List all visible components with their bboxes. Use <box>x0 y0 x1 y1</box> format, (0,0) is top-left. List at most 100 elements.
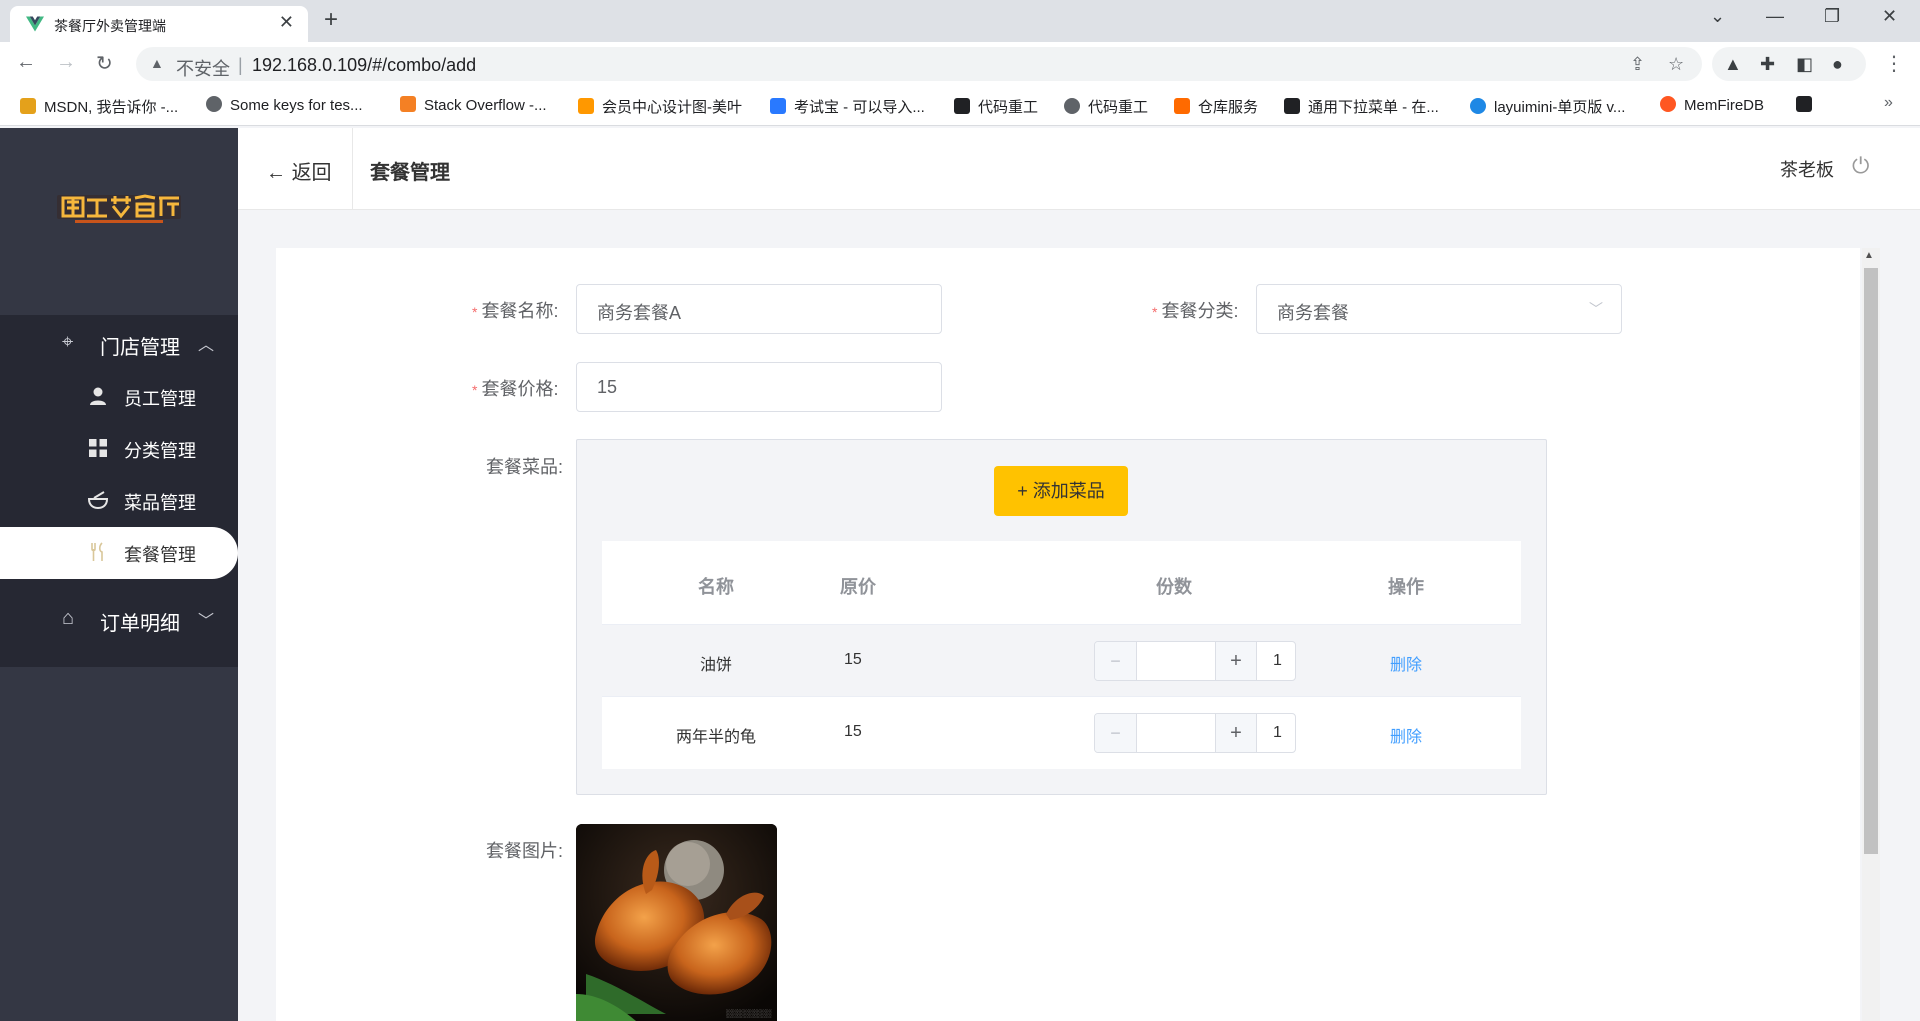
user-icon <box>90 387 106 405</box>
shopping-bag-icon: ⌂ <box>62 607 75 629</box>
scroll-up-icon[interactable]: ▲ <box>1864 250 1874 261</box>
bookmark-item[interactable]: 代码重工 <box>1064 96 1148 117</box>
reload-icon[interactable]: ↻ <box>96 51 113 76</box>
required-mark: * <box>1152 304 1158 320</box>
side-panel-icon[interactable]: ◧ <box>1796 54 1813 75</box>
price-input[interactable]: 15 <box>576 362 942 412</box>
quantity-value[interactable]: 1 <box>1273 724 1282 742</box>
bookmarks-bar: MSDN, 我告诉你 -... Some keys for tes... Sta… <box>0 86 1920 126</box>
bookmark-item[interactable] <box>1796 96 1820 114</box>
category-select[interactable]: 商务套餐 ﹀ <box>1256 284 1622 334</box>
required-mark: * <box>472 304 478 320</box>
sidebar-item-label: 员工管理 <box>124 389 196 409</box>
vue-logo-icon <box>26 16 44 32</box>
increment-button[interactable]: + <box>1215 642 1257 680</box>
category-value: 商务套餐 <box>1277 303 1349 323</box>
bookmark-item[interactable]: 代码重工 <box>954 96 1038 117</box>
extensions-group: ▲ ✚ ◧ ● <box>1712 47 1866 81</box>
sidebar-item-categories[interactable]: 分类管理 <box>0 423 238 475</box>
bookmark-item[interactable]: MSDN, 我告诉你 -... <box>20 96 178 117</box>
forward-arrow-icon[interactable]: → <box>56 51 76 74</box>
bookmark-item[interactable]: MemFireDB <box>1660 96 1764 114</box>
price-value: 15 <box>597 377 618 397</box>
restore-icon[interactable]: ❐ <box>1824 6 1840 27</box>
power-icon[interactable]: ⏻ <box>1852 153 1869 179</box>
sidebar: ⌖ 门店管理 ︿ 员工管理 分类管理 菜品管理 套餐管理 ⌂ 订单明细 ﹀ <box>0 128 238 1021</box>
add-dish-button[interactable]: + 添加菜品 <box>994 466 1128 516</box>
puzzle-icon[interactable]: ✚ <box>1760 54 1775 75</box>
menu-group-orders[interactable]: ⌂ 订单明细 ﹀ <box>0 591 238 647</box>
bookmark-item[interactable]: 会员中心设计图-美叶 <box>578 96 742 117</box>
quantity-value[interactable]: 1 <box>1273 652 1282 670</box>
close-window-icon[interactable]: ✕ <box>1882 6 1897 27</box>
tab-close-icon[interactable]: ✕ <box>279 12 294 33</box>
combo-name-input[interactable]: 商务套餐A <box>576 284 942 334</box>
bookmark-item[interactable]: 仓库服务 <box>1174 96 1258 117</box>
price-label: * 套餐价格: <box>472 379 559 399</box>
chevron-down-icon: ﹀ <box>1589 301 1603 317</box>
globe-icon <box>206 96 222 112</box>
table-header: 份数 <box>1156 577 1192 597</box>
sidebar-item-label: 菜品管理 <box>124 493 196 513</box>
scrollbar-thumb[interactable] <box>1864 268 1878 854</box>
quantity-stepper: − + 1 <box>1094 713 1296 753</box>
tab-title: 茶餐厅外卖管理端 <box>54 18 166 34</box>
sidebar-item-employees[interactable]: 员工管理 <box>0 371 238 423</box>
sidebar-item-label: 分类管理 <box>124 441 196 461</box>
dishes-label: 套餐菜品: <box>486 457 564 477</box>
share-icon[interactable]: ⇪ <box>1630 54 1645 75</box>
decrement-button[interactable]: − <box>1095 642 1137 680</box>
arrow-left-icon: ← <box>266 162 292 184</box>
header-divider <box>352 128 353 210</box>
bowl-icon <box>88 491 108 510</box>
category-label: * 套餐分类: <box>1152 301 1239 321</box>
sidebar-item-dishes[interactable]: 菜品管理 <box>0 475 238 527</box>
sidebar-item-combos[interactable]: 套餐管理 <box>0 527 238 579</box>
star-icon[interactable]: ☆ <box>1668 54 1684 75</box>
profile-icon[interactable]: ● <box>1832 54 1843 75</box>
decrement-button[interactable]: − <box>1095 714 1137 752</box>
roast-chicken-image <box>576 824 777 1021</box>
dish-price: 15 <box>844 651 862 668</box>
bookmark-item[interactable]: Stack Overflow -... <box>400 96 547 114</box>
back-button[interactable]: ← 返回 <box>266 156 332 185</box>
chevron-down-icon: ﹀ <box>198 613 215 630</box>
dish-name: 油饼 <box>700 657 733 674</box>
extension-triangle-icon[interactable]: ▲ <box>1724 54 1742 75</box>
warning-icon: ▲ <box>150 55 164 71</box>
code-icon <box>954 98 970 114</box>
fork-knife-icon <box>91 542 103 561</box>
tab-search-icon[interactable]: ⌄ <box>1710 6 1725 27</box>
page-title: 套餐管理 <box>370 162 450 184</box>
bookmark-item[interactable]: 考试宝 - 可以导入... <box>770 96 925 117</box>
menu-group-label: 订单明细 <box>100 613 180 635</box>
url-text[interactable]: 192.168.0.109/#/combo/add <box>252 55 476 76</box>
lab-icon <box>1796 96 1812 112</box>
minimize-icon[interactable]: — <box>1766 6 1784 27</box>
table-header: 名称 <box>698 577 734 597</box>
new-tab-icon[interactable]: + <box>324 6 338 34</box>
bookmark-item[interactable]: layuimini-单页版 v... <box>1470 96 1625 117</box>
combo-image[interactable]: ░░░░░░░░ <box>576 824 777 1021</box>
sidebar-item-label: 套餐管理 <box>124 545 196 565</box>
delete-link[interactable]: 删除 <box>1390 651 1422 675</box>
page-header: ← 返回 套餐管理 茶老板 ⏻ <box>238 128 1920 210</box>
menu-group-store[interactable]: ⌖ 门店管理 ︿ <box>0 315 238 371</box>
grid-icon <box>89 439 107 457</box>
dish-price: 15 <box>844 723 862 740</box>
delete-link[interactable]: 删除 <box>1390 723 1422 747</box>
divider: | <box>238 55 243 75</box>
bookmark-item[interactable]: Some keys for tes... <box>206 96 363 114</box>
menu-group-label: 门店管理 <box>100 337 180 359</box>
layui-icon <box>1470 98 1486 114</box>
more-bookmarks-icon[interactable]: » <box>1884 94 1893 112</box>
back-arrow-icon[interactable]: ← <box>16 51 36 74</box>
browser-tab[interactable]: 茶餐厅外卖管理端 ✕ <box>10 6 308 42</box>
increment-button[interactable]: + <box>1215 714 1257 752</box>
table-header: 原价 <box>840 577 876 597</box>
menu-kebab-icon[interactable]: ⋮ <box>1884 51 1904 76</box>
diamond-icon <box>578 98 594 114</box>
sidebar-menu: ⌖ 门店管理 ︿ 员工管理 分类管理 菜品管理 套餐管理 ⌂ 订单明细 ﹀ <box>0 315 238 667</box>
address-bar[interactable]: ▲ 不安全 | 192.168.0.109/#/combo/add ⇪ ☆ <box>136 47 1702 81</box>
bookmark-item[interactable]: 通用下拉菜单 - 在... <box>1284 96 1439 117</box>
